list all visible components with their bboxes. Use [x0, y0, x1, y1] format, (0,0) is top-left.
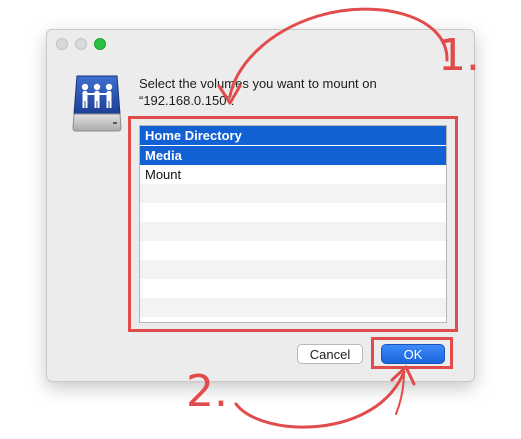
volume-item-mount[interactable]: Mount — [140, 165, 446, 184]
prompt-line-1: Select the volumes you want to mount on — [139, 76, 377, 91]
empty-row — [140, 317, 446, 322]
mount-prompt: Select the volumes you want to mount on … — [139, 75, 459, 109]
empty-row — [140, 241, 446, 260]
prompt-line-2: “192.168.0.150”: — [139, 93, 235, 108]
step-1-label: 1. — [438, 30, 480, 81]
mount-dialog: Select the volumes you want to mount on … — [46, 29, 475, 382]
empty-row — [140, 279, 446, 298]
volume-item-media[interactable]: Media — [140, 145, 446, 165]
empty-row — [140, 298, 446, 317]
empty-row — [140, 222, 446, 241]
cancel-button[interactable]: Cancel — [297, 344, 363, 364]
volume-list[interactable]: Home Directory Media Mount — [139, 125, 447, 323]
minimize-button[interactable] — [75, 38, 87, 50]
close-button[interactable] — [56, 38, 68, 50]
step-2-label: 2. — [186, 366, 228, 417]
volume-item-home-directory[interactable]: Home Directory — [140, 126, 446, 145]
shared-server-icon — [72, 75, 122, 132]
empty-row — [140, 203, 446, 222]
ok-button[interactable]: OK — [381, 344, 445, 364]
empty-row — [140, 260, 446, 279]
zoom-button[interactable] — [94, 38, 106, 50]
empty-row — [140, 184, 446, 203]
